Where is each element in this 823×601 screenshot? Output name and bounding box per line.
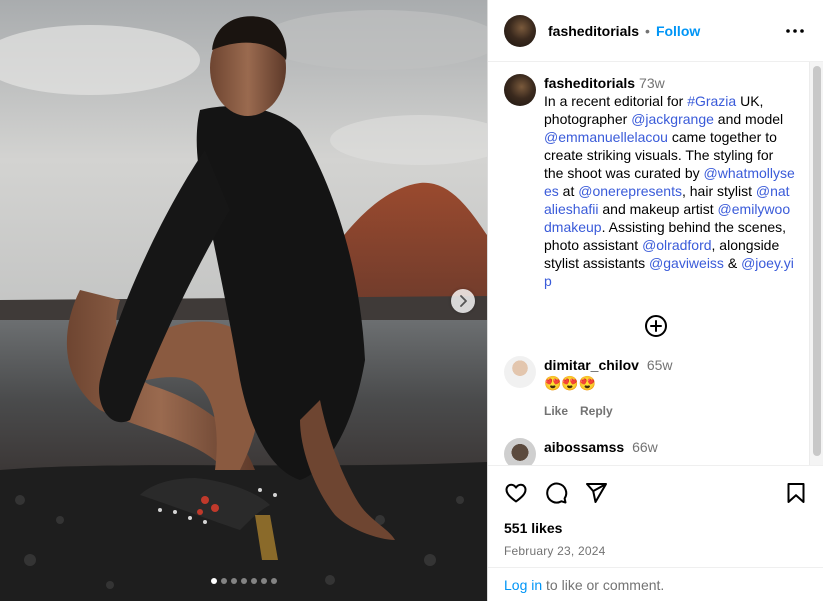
caption-time[interactable]: 73w <box>639 75 665 91</box>
login-link[interactable]: Log in <box>504 577 542 593</box>
post-details-panel: fasheditorials • Follow fasheditorials 73… <box>487 0 823 601</box>
carousel-dots <box>0 578 487 584</box>
commenter-avatar[interactable] <box>504 438 536 465</box>
post-caption: fasheditorials 73w In a recent editorial … <box>488 62 823 290</box>
carousel-next-button[interactable] <box>451 289 475 313</box>
comment-username[interactable]: aibossamss <box>544 439 624 455</box>
carousel-dot <box>260 578 267 584</box>
commenter-avatar[interactable] <box>504 356 536 388</box>
action-bar <box>504 478 808 508</box>
comment-item: aibossamss 66w <box>488 420 823 465</box>
login-prompt: Log in to like or comment. <box>488 567 823 601</box>
author-avatar[interactable] <box>504 14 536 47</box>
header-separator: • <box>645 22 650 39</box>
carousel-dot <box>220 578 227 584</box>
share-icon[interactable] <box>584 481 608 505</box>
carousel-dot <box>240 578 247 584</box>
comments-scrollbar[interactable] <box>809 62 823 465</box>
carousel-dot <box>270 578 277 584</box>
comment-reply-button[interactable]: Reply <box>580 402 613 420</box>
more-horizontal-icon <box>786 28 804 33</box>
comment-time[interactable]: 66w <box>632 439 658 455</box>
caption-text-segment: and model <box>713 111 784 127</box>
bookmark-icon[interactable] <box>784 481 808 505</box>
caption-text-segment: , hair stylist <box>681 183 756 199</box>
mention-link[interactable]: @jackgrange <box>631 111 714 127</box>
comment-icon[interactable] <box>544 481 568 505</box>
caption-author-avatar[interactable] <box>504 74 536 106</box>
comments-scroll-area[interactable]: fasheditorials 73w In a recent editorial … <box>488 62 823 465</box>
post-photo <box>0 0 487 601</box>
post-date[interactable]: February 23, 2024 <box>504 544 808 558</box>
scrollbar-thumb[interactable] <box>813 66 821 456</box>
caption-text-segment: In a recent editorial for <box>544 93 688 109</box>
caption-text-segment: & <box>723 255 742 271</box>
comment-username[interactable]: dimitar_chilov <box>544 357 639 373</box>
post-footer: 551 likes February 23, 2024 <box>488 465 823 558</box>
load-more-comments-button[interactable] <box>488 314 823 340</box>
likes-count[interactable]: 551 likes <box>504 520 808 536</box>
caption-text-segment: at <box>558 183 579 199</box>
author-username[interactable]: fasheditorials <box>548 23 639 39</box>
caption-text: fasheditorials 73w In a recent editorial … <box>544 74 796 290</box>
caption-body: In a recent editorial for #Grazia UK, ph… <box>544 93 795 289</box>
more-options-button[interactable] <box>783 19 807 43</box>
mention-link[interactable]: @gaviweiss <box>649 255 724 271</box>
caption-text-segment: and makeup artist <box>598 201 718 217</box>
caption-username[interactable]: fasheditorials <box>544 75 635 91</box>
hashtag-link[interactable]: #Grazia <box>687 93 736 109</box>
mention-link[interactable]: @olradford <box>642 237 711 253</box>
follow-button[interactable]: Follow <box>656 23 700 39</box>
post-media[interactable] <box>0 0 487 601</box>
chevron-right-icon <box>460 295 467 307</box>
comment-like-button[interactable]: Like <box>544 402 568 420</box>
comment-time[interactable]: 65w <box>647 357 673 373</box>
login-prompt-text: to like or comment. <box>542 577 665 593</box>
mention-link[interactable]: @emmanuellelacou <box>544 129 668 145</box>
plus-circle-icon <box>645 315 667 337</box>
mention-link[interactable]: @onerepresents <box>578 183 682 199</box>
comment-item: dimitar_chilov 65w 😍😍😍 Like Reply <box>488 340 823 420</box>
carousel-dot <box>230 578 237 584</box>
post-header: fasheditorials • Follow <box>488 0 823 62</box>
carousel-dot <box>250 578 257 584</box>
carousel-dot <box>210 578 217 584</box>
heart-icon[interactable] <box>504 481 528 505</box>
comment-text: 😍😍😍 <box>544 375 597 391</box>
